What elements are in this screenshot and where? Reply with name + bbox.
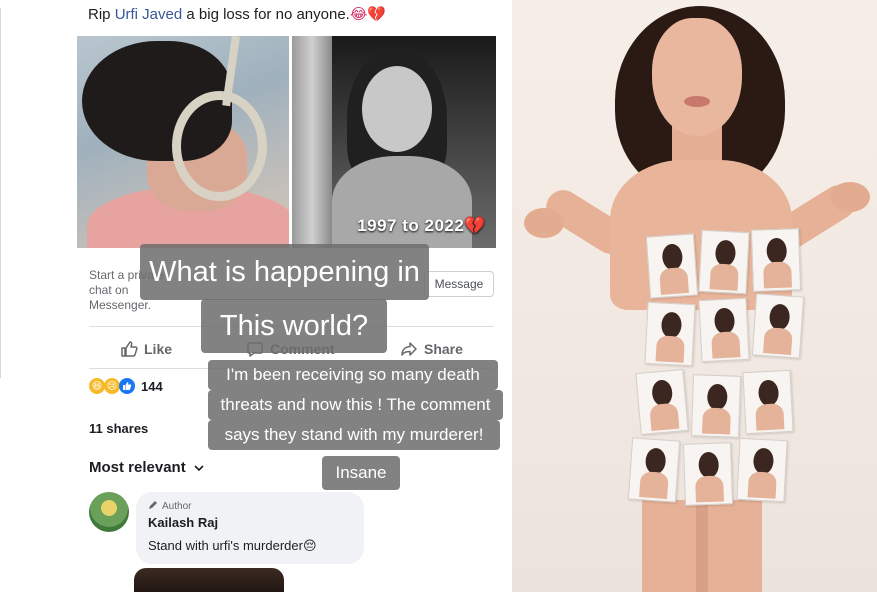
model-right-hand — [830, 182, 870, 212]
model-face — [652, 18, 742, 136]
dress-photo-tile — [644, 301, 696, 367]
photo-date-text: 1997 to 2022 — [357, 216, 465, 235]
like-label: Like — [144, 341, 173, 357]
model-photo — [512, 0, 877, 592]
caption-story-line3: says they stand with my murderer! — [208, 420, 500, 450]
dress-photo-tile — [635, 369, 689, 435]
share-count[interactable]: 11 shares — [89, 421, 148, 436]
dress-photo-tile — [750, 228, 802, 292]
post-prefix: Rip — [88, 6, 115, 23]
dress-photo-tile — [751, 293, 805, 359]
dress-photo-tile — [645, 233, 699, 299]
comment-bubble: Author Kailash Raj Stand with urfi's mur… — [136, 492, 364, 564]
photo-date-caption: 1997 to 2022💔 — [357, 216, 486, 236]
post-caption: Rip Urfi Javed a big loss for no anyone.… — [88, 5, 386, 23]
next-post-thumbnail[interactable] — [134, 568, 284, 592]
dress-photo-tile — [736, 437, 788, 503]
caption-story-line2: threats and now this ! The comment — [208, 390, 503, 420]
post-photo-noose[interactable] — [77, 36, 289, 248]
post-photo-portrait[interactable]: 1997 to 2022💔 — [292, 36, 496, 248]
chevron-down-icon — [194, 459, 204, 476]
share-button[interactable]: Share — [400, 338, 463, 360]
share-label: Share — [424, 341, 463, 357]
thumbs-up-icon — [120, 340, 138, 358]
comment-text: Stand with urfi's murderder😔 — [148, 538, 352, 554]
dress-photo-tile — [698, 229, 750, 295]
share-arrow-icon — [400, 340, 418, 358]
panel-edge — [0, 8, 4, 378]
portrait-face — [362, 66, 432, 152]
author-tag-label: Author — [162, 501, 192, 512]
reaction-count: 144 — [141, 378, 163, 394]
post-emojis: 😂💔 — [349, 6, 387, 23]
model-left-hand — [524, 208, 564, 238]
photo-curtain — [292, 36, 332, 248]
caption-story-line4: Insane — [322, 456, 400, 490]
message-button[interactable]: Message — [424, 271, 494, 297]
caption-question-line2: This world? — [201, 299, 387, 353]
comment-emoji: 😔 — [302, 538, 317, 553]
comment-body: Stand with urfi's murderder — [148, 538, 303, 553]
dress-photo-tile — [742, 369, 794, 435]
model-lips — [684, 96, 710, 107]
sad-reaction-icon: 😢 — [104, 378, 120, 394]
caption-story-line1: I'm been receiving so many death — [208, 360, 498, 390]
photo-print-dress — [620, 225, 808, 515]
caption-question-line1: What is happening in — [140, 244, 429, 300]
photo-heart-emoji: 💔 — [464, 216, 486, 235]
post-suffix: a big loss for no anyone. — [182, 6, 350, 23]
author-badge: Author — [148, 500, 352, 513]
social-post-screenshot: Rip Urfi Javed a big loss for no anyone.… — [0, 0, 512, 592]
avatar[interactable] — [89, 492, 129, 532]
sort-label: Most relevant — [89, 459, 186, 476]
dress-photo-tile — [698, 297, 750, 363]
dress-photo-tile — [690, 374, 742, 438]
dress-photo-tile — [682, 442, 734, 506]
commenter-name[interactable]: Kailash Raj — [148, 515, 352, 530]
photo-noose — [172, 91, 267, 201]
haha-reaction-icon: 😆 — [89, 378, 105, 394]
mention-link[interactable]: Urfi Javed — [115, 6, 183, 23]
dress-photo-tile — [627, 437, 681, 503]
reaction-summary[interactable]: 😆 😢 144 — [89, 378, 163, 394]
like-button[interactable]: Like — [120, 338, 172, 360]
pencil-icon — [148, 500, 158, 513]
like-reaction-icon — [119, 378, 135, 394]
sort-comments-dropdown[interactable]: Most relevant — [89, 459, 204, 476]
